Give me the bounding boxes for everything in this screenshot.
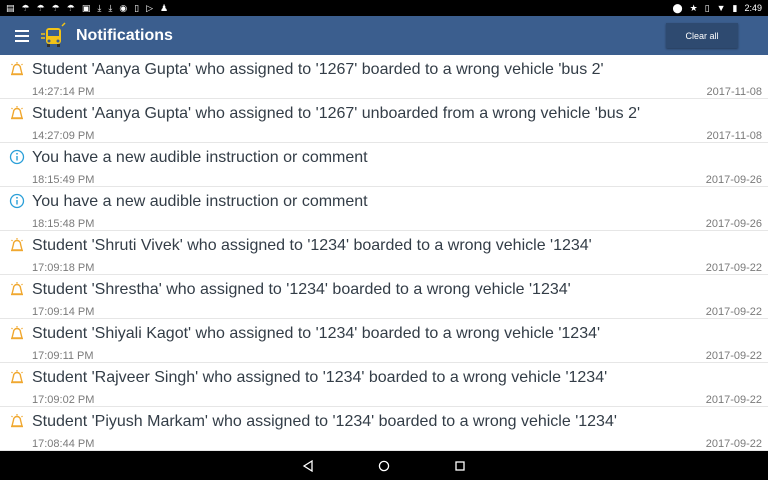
notification-date: 2017-09-26 — [705, 174, 762, 186]
list-item[interactable]: Student 'Aanya Gupta' who assigned to '1… — [0, 55, 768, 99]
status-system-icons: ⬤ ★ ▯ ▼ ▮ 2:49 — [672, 0, 762, 16]
clear-all-button[interactable]: Clear all — [666, 23, 738, 48]
alert-icon — [11, 282, 23, 296]
notification-date: 2017-09-22 — [705, 438, 762, 450]
navigation-bar — [0, 451, 768, 480]
app-bar: Notifications Clear all — [0, 16, 768, 55]
notification-time: 17:09:02 PM — [32, 394, 95, 406]
list-item[interactable]: Student 'Piyush Markam' who assigned to … — [0, 407, 768, 451]
notification-date: 2017-09-26 — [705, 218, 762, 230]
status-time: 2:49 — [744, 3, 762, 13]
weather-icon: ☂ — [66, 3, 75, 13]
alert-icon — [11, 370, 23, 384]
notification-list[interactable]: Student 'Aanya Gupta' who assigned to '1… — [0, 55, 768, 451]
notification-message: Student 'Aanya Gupta' who assigned to '1… — [32, 61, 604, 78]
download-icon: ⤓ — [108, 3, 113, 13]
list-item[interactable]: Student 'Shruti Vivek' who assigned to '… — [0, 231, 768, 275]
notification-message: Student 'Shruti Vivek' who assigned to '… — [32, 237, 592, 254]
notification-message: You have a new audible instruction or co… — [32, 193, 368, 210]
list-item[interactable]: Student 'Aanya Gupta' who assigned to '1… — [0, 99, 768, 143]
notification-date: 2017-09-22 — [705, 262, 762, 274]
list-item[interactable]: Student 'Rajveer Singh' who assigned to … — [0, 363, 768, 407]
list-item[interactable]: You have a new audible instruction or co… — [0, 143, 768, 187]
notification-time: 17:09:14 PM — [32, 306, 95, 318]
alert-icon — [11, 238, 23, 252]
weather-icon: ☂ — [21, 3, 30, 13]
info-icon — [9, 149, 25, 165]
download-icon: ⤓ — [97, 3, 102, 13]
notification-time: 14:27:09 PM — [32, 130, 95, 142]
notification-time: 14:27:14 PM — [32, 86, 95, 98]
notification-date: 2017-09-22 — [705, 306, 762, 318]
wifi-icon: ▼ — [716, 3, 726, 13]
android-icon: ♟ — [160, 3, 169, 13]
vibrate-icon: ▯ — [704, 3, 710, 13]
battery-icon: ▮ — [732, 3, 738, 13]
notification-date: 2017-11-08 — [706, 130, 762, 142]
alert-icon — [11, 62, 23, 76]
recents-icon — [455, 460, 465, 471]
notification-date: 2017-11-08 — [706, 86, 762, 98]
list-item[interactable]: Student 'Shrestha' who assigned to '1234… — [0, 275, 768, 319]
recents-button[interactable] — [453, 459, 467, 473]
status-bar: ▤ ☂ ☂ ☂ ☂ ▣ ⤓ ⤓ ◉ ▯ ▷ ♟ ⬤ ★ ▯ ▼ ▮ 2:49 — [0, 0, 768, 16]
home-icon — [378, 460, 390, 471]
notification-message: You have a new audible instruction or co… — [32, 149, 368, 166]
notification-time: 18:15:49 PM — [32, 174, 95, 186]
sim-icon: ▯ — [134, 3, 140, 13]
back-button[interactable] — [301, 459, 315, 473]
notification-message: Student 'Aanya Gupta' who assigned to '1… — [32, 105, 641, 122]
nfc-icon: ◉ — [119, 3, 128, 13]
notification-date: 2017-09-22 — [705, 350, 762, 362]
play-store-icon: ▷ — [146, 3, 154, 13]
notification-time: 17:09:11 PM — [32, 350, 94, 362]
list-item[interactable]: Student 'Shiyali Kagot' who assigned to … — [0, 319, 768, 363]
notification-message: Student 'Shrestha' who assigned to '1234… — [32, 281, 571, 298]
image-icon: ▣ — [81, 3, 91, 13]
back-icon — [302, 459, 313, 472]
weather-icon: ☂ — [36, 3, 45, 13]
notification-time: 17:09:18 PM — [32, 262, 95, 274]
alert-icon — [11, 326, 23, 340]
weather-icon: ☂ — [51, 3, 60, 13]
notification-message: Student 'Rajveer Singh' who assigned to … — [32, 369, 608, 386]
list-item[interactable]: You have a new audible instruction or co… — [0, 187, 768, 231]
info-icon — [9, 193, 25, 209]
home-button[interactable] — [377, 459, 391, 473]
page-title: Notifications — [76, 26, 173, 44]
notification-date: 2017-09-22 — [705, 394, 762, 406]
notification-time: 17:08:44 PM — [32, 438, 95, 450]
sms-icon: ▤ — [6, 3, 15, 13]
star-icon: ★ — [689, 3, 698, 13]
hamburger-icon — [15, 29, 29, 42]
alert-icon — [11, 106, 23, 120]
location-icon: ⬤ — [672, 3, 683, 13]
notification-message: Student 'Shiyali Kagot' who assigned to … — [32, 325, 601, 342]
notification-message: Student 'Piyush Markam' who assigned to … — [32, 413, 617, 430]
alert-icon — [11, 414, 23, 428]
notification-time: 18:15:48 PM — [32, 218, 95, 230]
status-notification-icons: ▤ ☂ ☂ ☂ ☂ ▣ ⤓ ⤓ ◉ ▯ ▷ ♟ — [6, 0, 168, 16]
bus-logo-icon — [38, 21, 68, 51]
